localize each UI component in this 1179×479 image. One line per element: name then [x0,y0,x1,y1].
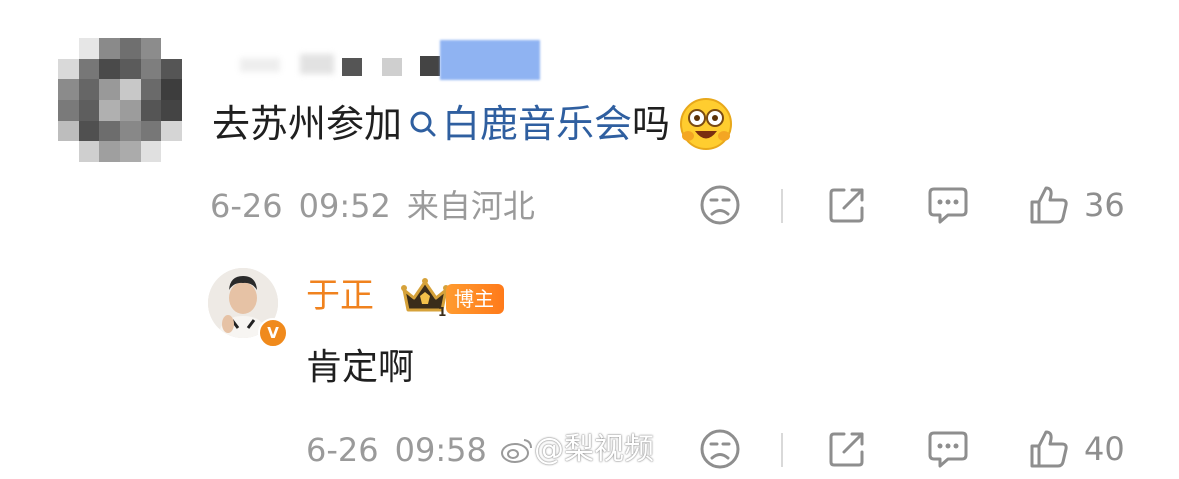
comment-text-before: 去苏州参加 [212,102,403,146]
reply-text: 肯定啊 [306,347,415,388]
watermark-text: @梨视频 [534,432,654,467]
comment-time: 09:52 [298,187,391,225]
divider [781,433,783,467]
topic-link[interactable]: 白鹿音乐会 [402,96,632,152]
comment-text: 去苏州参加 白鹿音乐会 吗 [212,96,734,152]
like-button[interactable]: 40 [1028,428,1125,470]
share-icon[interactable] [826,184,868,226]
like-count: 40 [1084,430,1125,468]
blogger-badge: 博主 [446,284,504,314]
crown-icon: 1 [401,278,449,318]
reply-author-name[interactable]: 于正 [306,276,374,316]
reply-meta: 6-26 09:58 [306,430,487,470]
like-button[interactable]: 36 [1028,184,1125,226]
reply-date: 6-26 [306,431,379,469]
verified-badge: V [258,318,288,348]
weibo-logo-icon [501,439,532,463]
share-icon[interactable] [826,428,868,470]
comment-text-after: 吗 [632,102,671,146]
commenter-avatar[interactable] [58,38,182,162]
comment-bubble-icon[interactable] [926,184,970,226]
like-count: 36 [1084,186,1125,224]
reply-time: 09:58 [394,431,487,469]
thumbs-up-icon[interactable] [1028,184,1070,226]
comment-date: 6-26 [210,187,283,225]
comment-bubble-icon[interactable] [926,428,970,470]
topic-label[interactable]: 白鹿音乐会 [442,96,632,152]
sad-face-icon[interactable] [699,184,741,226]
comment-location: 来自河北 [406,187,535,225]
redacted-username[interactable] [240,36,550,82]
divider [781,189,783,223]
sad-face-icon[interactable] [699,428,741,470]
search-icon [410,111,436,137]
watermark: @梨视频 [500,430,654,470]
excited-face-emoji [680,98,733,150]
thumbs-up-icon[interactable] [1028,428,1070,470]
comment-meta: 6-26 09:52 来自河北 [210,186,535,226]
